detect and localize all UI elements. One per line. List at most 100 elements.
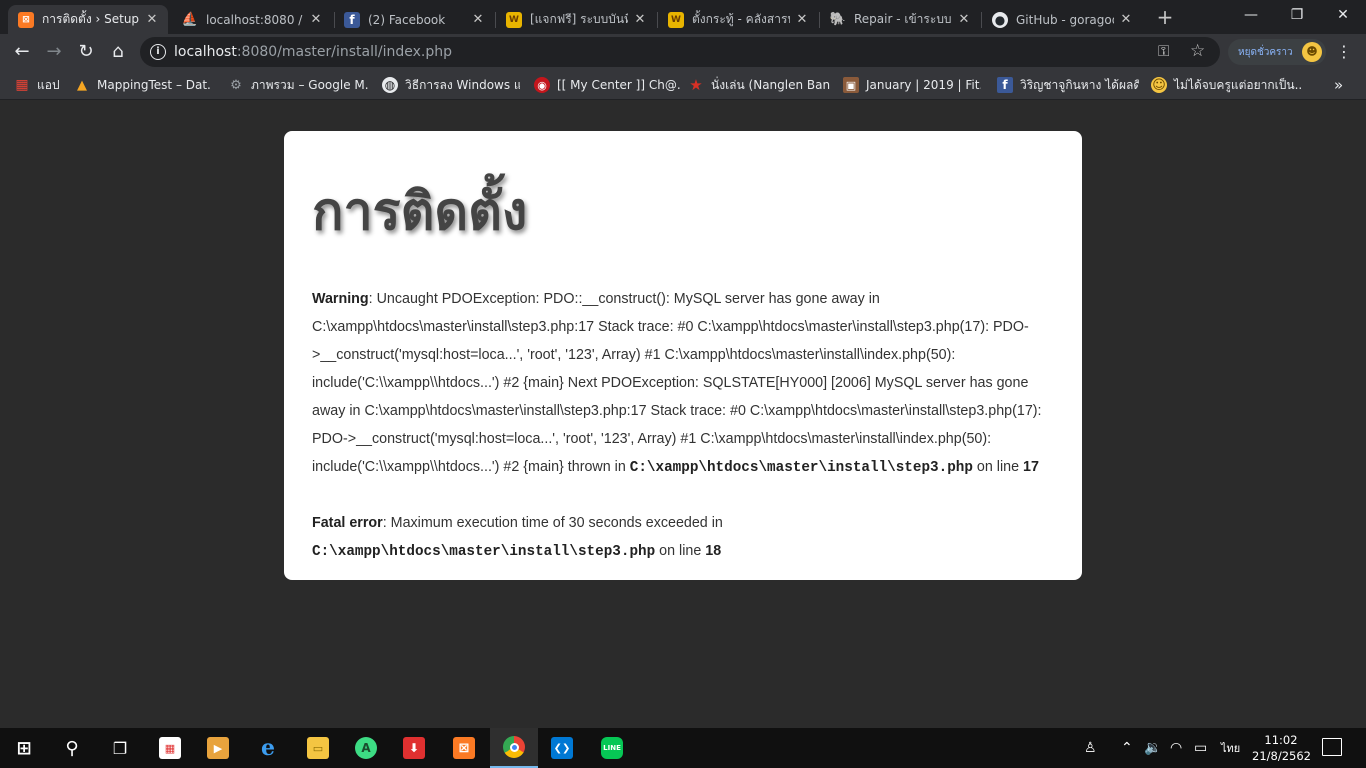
taskbar-xampp[interactable]: ⊠	[440, 728, 488, 768]
tab-title: ตั้งกระทู้ - คลังสารบอร์	[692, 12, 790, 26]
avatar: ☻	[1302, 42, 1322, 62]
taskbar-task-view[interactable]: ❐	[96, 728, 144, 768]
bookmark-mappingtest[interactable]: ▲ MappingTest – Dat...	[74, 76, 212, 94]
close-icon[interactable]: ✕	[1118, 12, 1134, 27]
bookmark-star-icon[interactable]: ☆	[1190, 41, 1205, 61]
bookmark-label: [[ My Center ]] Ch@...	[557, 78, 680, 92]
windows-logo-icon: ⊞	[16, 737, 32, 759]
tab-github[interactable]: ● GitHub - goragod/ ✕	[982, 5, 1142, 34]
close-icon[interactable]: ✕	[144, 12, 160, 27]
close-icon[interactable]: ✕	[956, 12, 972, 27]
windows-taskbar: ⊞ ⚲ ❐ ▦ ▶ e ▭ A ⬇ ⊠ ❮❯ LINE ♙ ⌃ 🔉 ◠ ▭ ไท…	[0, 728, 1366, 768]
taskbar-media-player[interactable]: ▶	[194, 728, 242, 768]
window-close-icon[interactable]: ✕	[1320, 0, 1366, 30]
reload-icon[interactable]: ↻	[72, 38, 100, 66]
bookmark-windows-install[interactable]: ◍ วิธีการลง Windows แ...	[382, 76, 520, 94]
taskbar-store[interactable]: ▦	[146, 728, 194, 768]
tab-phpmyadmin[interactable]: ⛵ localhost:8080 / 1 ✕	[172, 5, 332, 34]
taskbar-vscode[interactable]: ❮❯	[538, 728, 586, 768]
restore-icon[interactable]: ❐	[1274, 0, 1320, 30]
xampp-icon: ⊠	[453, 737, 475, 759]
task-view-icon: ❐	[112, 738, 128, 758]
page-viewport: การติดตั้ง Warning: Uncaught PDOExceptio…	[0, 101, 1366, 728]
battery-icon[interactable]: ▭	[1194, 728, 1207, 768]
taskbar-downloader[interactable]: ⬇	[390, 728, 438, 768]
taskbar-search[interactable]: ⚲	[48, 728, 96, 768]
star-icon: ★	[689, 76, 703, 94]
back-icon[interactable]: ←	[8, 38, 36, 66]
site-info-icon[interactable]: i	[150, 44, 166, 60]
facebook-icon: f	[344, 11, 360, 28]
start-button[interactable]: ⊞	[0, 728, 48, 768]
edge-icon: e	[261, 735, 275, 761]
search-icon: ⚲	[65, 737, 79, 759]
taskbar-line[interactable]: LINE	[588, 728, 636, 768]
browser-toolbar: ← → ↻ ⌂ i localhost:8080/master/install/…	[0, 34, 1366, 70]
tab-repair[interactable]: 🐘 Repair - เข้าระบบด้ ✕	[820, 5, 980, 34]
bookmark-apps[interactable]: ▦ แอป	[14, 76, 64, 94]
bookmark-mycenter[interactable]: ◉ [[ My Center ]] Ch@...	[534, 76, 680, 94]
minimize-icon[interactable]: —	[1228, 0, 1274, 30]
bookmark-facebook-post[interactable]: f วิริญชาจูกินหาง ได้ผลดี...	[997, 76, 1139, 94]
facebook-icon: f	[997, 77, 1013, 93]
tab-board-post[interactable]: W ตั้งกระทู้ - คลังสารบอร์ ✕	[658, 5, 818, 34]
forward-icon[interactable]: →	[40, 38, 68, 66]
firebase-icon: ▲	[77, 77, 87, 93]
volume-icon[interactable]: 🔉	[1144, 728, 1161, 768]
close-icon[interactable]: ✕	[794, 12, 810, 27]
url-path: :8080/master/install/index.php	[236, 44, 453, 60]
tab-title: การติดตั้ง › Setup Cc	[42, 12, 140, 26]
tab-title: localhost:8080 / 1	[206, 12, 304, 27]
fatal-label: Fatal error	[312, 515, 383, 531]
tray-overflow-icon[interactable]: ⌃	[1121, 728, 1133, 768]
wifi-icon[interactable]: ◠	[1170, 728, 1182, 768]
tab-title: Repair - เข้าระบบด้	[854, 12, 952, 26]
bookmark-google-overview[interactable]: ⚙ ภาพรวม – Google M...	[228, 76, 368, 94]
language-indicator[interactable]: ไทย	[1221, 728, 1240, 768]
xampp-icon: ⊠	[18, 11, 34, 28]
fatal-error-message: Fatal error: Maximum execution time of 3…	[312, 509, 1056, 566]
bookmark-label: January | 2019 | Fit...	[866, 78, 981, 92]
tab-setup[interactable]: ⊠ การติดตั้ง › Setup Cc ✕	[8, 5, 168, 34]
profile-button[interactable]: หยุดชั่วคราว ☻	[1228, 39, 1326, 65]
page-title: การติดตั้ง	[312, 182, 528, 242]
close-icon[interactable]: ✕	[632, 12, 648, 27]
menu-icon[interactable]: ⋮	[1334, 42, 1354, 62]
taskbar-edge[interactable]: e	[244, 728, 292, 768]
system-clock[interactable]: 11:02 21/8/2562	[1252, 732, 1311, 764]
url-text[interactable]: localhost:8080/master/install/index.php	[174, 44, 452, 60]
new-tab-button[interactable]: +	[1154, 6, 1176, 28]
warning-label: Warning	[312, 291, 369, 307]
action-center-icon[interactable]	[1322, 738, 1342, 756]
github-icon: ●	[992, 11, 1008, 28]
bookmark-january[interactable]: ▣ January | 2019 | Fit...	[843, 76, 981, 94]
close-icon[interactable]: ✕	[470, 12, 486, 27]
tab-title: GitHub - goragod/	[1016, 12, 1114, 27]
vscode-icon: ❮❯	[551, 737, 573, 759]
elephant-icon: 🐘	[829, 12, 847, 27]
bookmark-label: นั่งเล่น (Nanglen Ban...	[711, 77, 830, 92]
bookmark-label: วิริญชาจูกินหาง ได้ผลดี...	[1020, 77, 1139, 92]
warning-online: on line	[972, 459, 1024, 475]
warning-text: : Uncaught PDOException: PDO::__construc…	[312, 291, 1042, 475]
taskbar-file-explorer[interactable]: ▭	[294, 728, 342, 768]
bookmarks-bar: ▦ แอป ▲ MappingTest – Dat... ⚙ ภาพรวม – …	[0, 70, 1366, 100]
people-icon[interactable]: ♙	[1084, 728, 1097, 768]
bookmark-nanglen[interactable]: ★ นั่งเล่น (Nanglen Ban...	[688, 76, 830, 94]
downloader-icon: ⬇	[403, 737, 425, 759]
mycenter-icon: ◉	[534, 77, 550, 93]
address-bar[interactable]: i localhost:8080/master/install/index.ph…	[140, 37, 1220, 67]
taskbar-chrome[interactable]	[490, 728, 538, 768]
url-host: localhost	[174, 44, 237, 60]
key-icon[interactable]: ⚿	[1158, 42, 1169, 60]
taskbar-android-studio[interactable]: A	[342, 728, 390, 768]
tab-free-system[interactable]: W [แจกฟรี] ระบบบันทึก ✕	[496, 5, 656, 34]
tab-facebook[interactable]: f (2) Facebook ✕	[334, 5, 494, 34]
bookmark-teacher[interactable]: ☺ ไม่ได้จบครูแต่อยากเป็น...	[1151, 76, 1301, 94]
bookmarks-overflow-icon[interactable]: »	[1334, 76, 1343, 94]
close-icon[interactable]: ✕	[308, 12, 324, 27]
tab-title: [แจกฟรี] ระบบบันทึก	[530, 12, 628, 26]
warning-line: 17	[1023, 459, 1039, 475]
home-icon[interactable]: ⌂	[104, 38, 132, 66]
gear-icon: ⚙	[230, 77, 242, 93]
